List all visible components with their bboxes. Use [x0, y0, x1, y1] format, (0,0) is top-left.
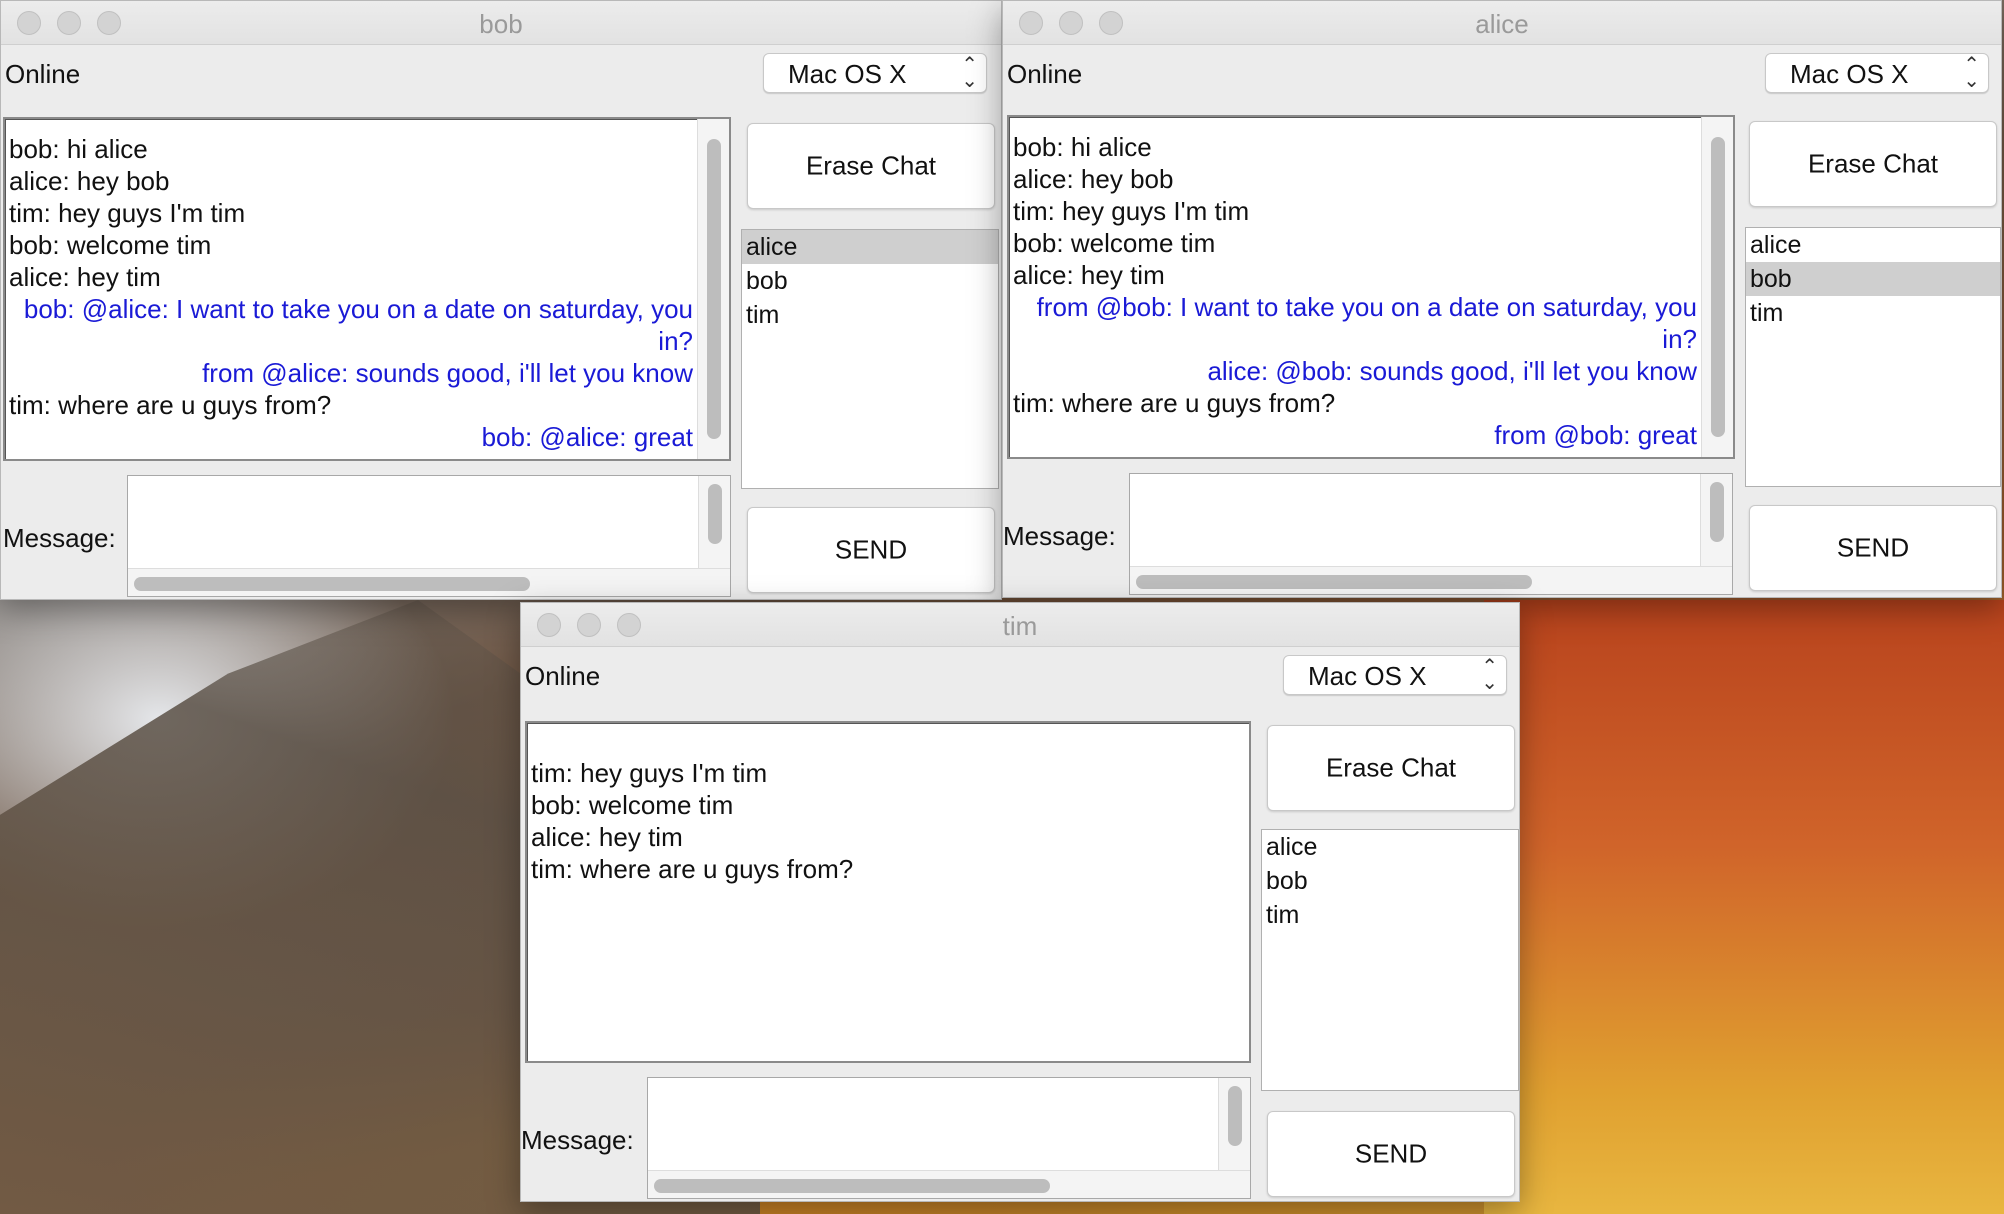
message-input[interactable] — [1129, 473, 1733, 595]
scroll-thumb[interactable] — [708, 484, 722, 544]
window-title: alice — [1475, 9, 1529, 39]
erase-chat-label: Erase Chat — [805, 150, 937, 181]
user-list-item-bob[interactable]: bob — [1746, 262, 2000, 296]
message-vscroll[interactable] — [698, 476, 730, 568]
user-list-item-alice[interactable]: alice — [1262, 830, 1518, 864]
user-list-item-bob[interactable]: bob — [1262, 864, 1518, 898]
message-vscroll[interactable] — [1700, 474, 1732, 566]
message-input[interactable] — [127, 475, 731, 597]
user-list-item-bob[interactable]: bob — [742, 264, 998, 298]
send-button[interactable]: SEND — [1267, 1111, 1515, 1197]
scroll-thumb[interactable] — [1711, 137, 1725, 437]
erase-chat-label: Erase Chat — [1807, 148, 1939, 179]
user-list-item-alice[interactable]: alice — [1746, 228, 2000, 262]
scroll-thumb[interactable] — [1228, 1086, 1242, 1146]
chat-message-line: tim: hey guys I'm tim — [9, 198, 246, 228]
send-button[interactable]: SEND — [747, 507, 995, 593]
erase-chat-button[interactable]: Erase Chat — [1267, 725, 1515, 811]
chat-scrollbar[interactable] — [1701, 117, 1733, 457]
private-message-line: from @bob: I want to take you on a date … — [1036, 292, 1697, 354]
chat-history[interactable]: bob: hi alice alice: hey bob tim: hey guys… — [1007, 115, 1735, 459]
message-hscroll[interactable] — [648, 1170, 1250, 1198]
updown-chevron-icon: ⌃ ⌄ — [961, 54, 978, 92]
user-list[interactable]: alice bob tim — [1261, 829, 1519, 1091]
wallpaper-autumn-hill — [1484, 600, 2004, 1214]
title-bar[interactable]: bob — [1, 1, 1001, 45]
user-list[interactable]: alice bob tim — [1745, 227, 2001, 487]
chat-message-line: tim: where are u guys from? — [9, 390, 332, 420]
chat-message-line: bob: welcome tim — [531, 790, 734, 820]
connection-status: Online — [1007, 59, 1083, 89]
updown-chevron-icon: ⌃ ⌄ — [1481, 656, 1498, 694]
private-message-line: from @bob: great — [1494, 420, 1697, 450]
chat-message-line: alice: hey bob — [1013, 164, 1174, 194]
chat-message-line: bob: welcome tim — [9, 230, 212, 260]
chat-message-line: bob: hi alice — [1013, 132, 1152, 162]
chat-message-line: alice: hey bob — [9, 166, 170, 196]
chat-message-line: alice: hey tim — [531, 822, 683, 852]
window-title: bob — [479, 9, 523, 39]
look-and-feel-value: Mac OS X — [1790, 59, 1909, 89]
scroll-thumb[interactable] — [1710, 482, 1724, 542]
toolbar: Online Mac OS X ⌃ ⌄ — [1, 45, 1001, 103]
chat-scrollbar[interactable] — [697, 119, 729, 459]
window-title: tim — [1002, 611, 1038, 641]
private-message-line: alice: @bob: sounds good, i'll let you k… — [1207, 356, 1697, 386]
user-list-item-alice[interactable]: alice — [742, 230, 998, 264]
scroll-thumb[interactable] — [654, 1179, 1050, 1193]
send-label: SEND — [1354, 1138, 1428, 1169]
toolbar: Online Mac OS X ⌃ ⌄ — [1003, 45, 2001, 103]
message-vscroll[interactable] — [1218, 1078, 1250, 1170]
send-button[interactable]: SEND — [1749, 505, 1997, 591]
user-list-item-tim[interactable]: tim — [742, 298, 998, 332]
chat-history[interactable]: bob: hi alice alice: hey bob tim: hey guys… — [3, 117, 731, 461]
private-message-line: from @alice: sounds good, i'll let you k… — [202, 358, 693, 388]
message-label: Message: — [3, 523, 116, 553]
erase-chat-button[interactable]: Erase Chat — [747, 123, 995, 209]
chat-message-line: tim: where are u guys from? — [1013, 388, 1336, 418]
scroll-thumb[interactable] — [1136, 575, 1532, 589]
look-and-feel-select[interactable]: Mac OS X ⌃ ⌄ — [1765, 53, 1989, 93]
chat-window-tim: tim Online Mac OS X ⌃ ⌄ tim: hey guys I'm… — [520, 602, 1520, 1202]
erase-chat-label: Erase Chat — [1325, 752, 1457, 783]
look-and-feel-value: Mac OS X — [788, 59, 907, 89]
send-label: SEND — [834, 534, 908, 565]
chat-message-line: tim: where are u guys from? — [531, 854, 854, 884]
private-message-line: bob: @alice: great — [481, 422, 693, 452]
scroll-thumb[interactable] — [134, 577, 530, 591]
chat-message-line: bob: welcome tim — [1013, 228, 1216, 258]
send-label: SEND — [1836, 532, 1910, 563]
chat-message-line: tim: hey guys I'm tim — [1013, 196, 1250, 226]
message-input[interactable] — [647, 1077, 1251, 1199]
message-hscroll[interactable] — [128, 568, 730, 596]
look-and-feel-value: Mac OS X — [1308, 661, 1427, 691]
chat-message-line: alice: hey tim — [1013, 260, 1165, 290]
chat-message-line: bob: hi alice — [9, 134, 148, 164]
chat-window-bob: bob Online Mac OS X ⌃ ⌄ bob: hi alice alic… — [0, 0, 1002, 600]
chat-message-line: tim: hey guys I'm tim — [531, 758, 768, 788]
message-label: Message: — [521, 1125, 634, 1155]
message-hscroll[interactable] — [1130, 566, 1732, 594]
scroll-thumb[interactable] — [707, 139, 721, 439]
title-bar[interactable]: alice — [1003, 1, 2001, 45]
look-and-feel-select[interactable]: Mac OS X ⌃ ⌄ — [763, 53, 987, 93]
message-label: Message: — [1003, 521, 1116, 551]
chat-message-line: alice: hey tim — [9, 262, 161, 292]
erase-chat-button[interactable]: Erase Chat — [1749, 121, 1997, 207]
chat-window-alice: alice Online Mac OS X ⌃ ⌄ bob: hi alice al… — [1002, 0, 2002, 598]
user-list-item-tim[interactable]: tim — [1262, 898, 1518, 932]
connection-status: Online — [525, 661, 601, 691]
toolbar: Online Mac OS X ⌃ ⌄ — [521, 647, 1519, 705]
user-list[interactable]: alice bob tim — [741, 229, 999, 489]
user-list-item-tim[interactable]: tim — [1746, 296, 2000, 330]
chat-history[interactable]: tim: hey guys I'm tim bob: welcome tim ali… — [525, 721, 1251, 1063]
private-message-line: bob: @alice: I want to take you on a dat… — [23, 294, 693, 356]
look-and-feel-select[interactable]: Mac OS X ⌃ ⌄ — [1283, 655, 1507, 695]
updown-chevron-icon: ⌃ ⌄ — [1963, 54, 1980, 92]
title-bar[interactable]: tim — [521, 603, 1519, 647]
connection-status: Online — [5, 59, 81, 89]
